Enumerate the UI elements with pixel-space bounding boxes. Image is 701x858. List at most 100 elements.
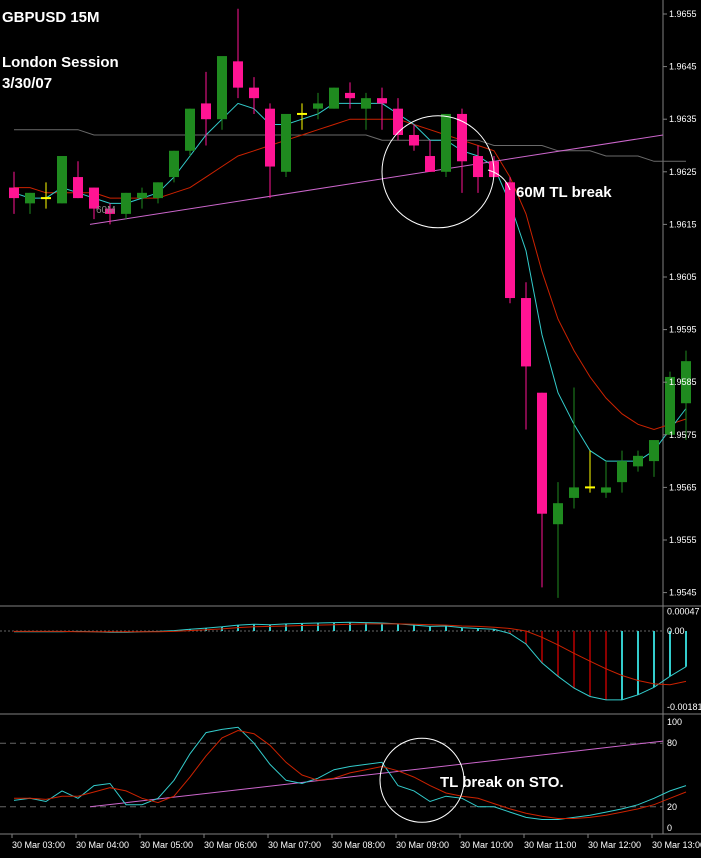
candle: [297, 103, 307, 130]
date-label: 3/30/07: [2, 75, 52, 92]
price-tick-label: 1.9625: [669, 167, 697, 177]
candle-body: [153, 182, 163, 199]
candle: [9, 171, 19, 214]
price-tick-label: 1.9555: [669, 535, 697, 545]
sto-tick-label: 20: [667, 802, 677, 812]
macd-tick-label: -0.00181: [667, 702, 701, 712]
trendline-label: 60M: [96, 205, 115, 216]
candle-body: [569, 487, 579, 498]
price-tick-label: 1.9645: [669, 62, 697, 72]
candle: [601, 461, 611, 498]
chart-title: GBPUSD 15M: [2, 9, 100, 26]
candle-body: [233, 61, 243, 88]
candle-body: [601, 487, 611, 493]
candle-body: [169, 150, 179, 178]
time-tick-label: 30 Mar 12:00: [588, 840, 641, 850]
candle-body: [633, 455, 643, 467]
candle-body: [281, 113, 291, 172]
time-tick-label: 30 Mar 06:00: [204, 840, 257, 850]
candle: [649, 440, 659, 477]
price-tick-label: 1.9585: [669, 377, 697, 387]
price-tick-label: 1.9615: [669, 219, 697, 229]
candle: [217, 56, 227, 130]
tl-break-label: 60M TL break: [516, 184, 612, 201]
candle-body: [329, 87, 339, 109]
price-tick-label: 1.9595: [669, 325, 697, 335]
long-ma-line: [14, 129, 686, 162]
candle-body: [649, 440, 659, 462]
candle: [233, 8, 243, 99]
candle-body: [393, 108, 403, 135]
macd-tick-label: 0.00047: [667, 606, 700, 616]
candle-body: [249, 87, 259, 99]
time-tick-label: 30 Mar 09:00: [396, 840, 449, 850]
candle: [553, 482, 563, 598]
candle-body: [521, 298, 531, 367]
time-tick-label: 30 Mar 11:00: [524, 840, 576, 850]
sto-tick-label: 80: [667, 738, 677, 748]
time-tick-label: 30 Mar 13:00: [652, 840, 701, 850]
candle-body: [25, 192, 35, 204]
candle-body: [441, 113, 451, 172]
candle: [201, 71, 211, 146]
candle-body: [185, 108, 195, 151]
price-trendline: [89, 134, 664, 225]
candle-body: [73, 177, 83, 199]
session-label: London Session: [2, 54, 119, 71]
candle-body: [345, 92, 355, 99]
candle-body: [553, 503, 563, 525]
candle: [361, 92, 371, 130]
macd-signal-line: [14, 623, 687, 686]
candle: [505, 177, 515, 304]
time-tick-label: 30 Mar 04:00: [76, 840, 129, 850]
sto-trendline: [89, 740, 664, 808]
candle: [393, 98, 403, 141]
time-tick-label: 30 Mar 08:00: [332, 840, 385, 850]
fast-ma-line: [13, 102, 687, 462]
candle-body: [409, 134, 419, 146]
candle: [441, 113, 451, 178]
candle-body: [265, 108, 275, 167]
candle-body: [505, 182, 515, 299]
time-tick-label: 30 Mar 05:00: [140, 840, 193, 850]
chart-window: 1.9655 1.9645 1.9635 1.9625 1.9615 1.9605 1.95…: [0, 0, 701, 853]
sto-tick-label: 100: [667, 717, 682, 727]
candle: [265, 103, 275, 199]
candle-body: [121, 192, 131, 214]
price-tick-label: 1.9655: [669, 9, 697, 19]
price-tick-label: 1.9605: [669, 272, 697, 282]
candle: [633, 450, 643, 472]
candle: [345, 82, 355, 109]
candle-body: [425, 156, 435, 172]
candle: [569, 387, 579, 509]
candle: [153, 182, 163, 204]
sto-tick-label: 0: [667, 823, 672, 833]
candle-body: [617, 461, 627, 483]
candle: [521, 282, 531, 430]
time-tick-label: 30 Mar 03:00: [12, 840, 65, 850]
candle-body: [537, 392, 547, 514]
candle-body: [361, 98, 371, 109]
candle: [473, 145, 483, 193]
candle: [121, 192, 131, 220]
candle: [57, 156, 67, 204]
candle: [681, 350, 691, 441]
candle-body: [137, 192, 147, 199]
candle: [537, 392, 547, 588]
candle: [249, 77, 259, 114]
price-tick-label: 1.9575: [669, 430, 697, 440]
sto-break-label: TL break on STO.: [440, 774, 564, 791]
candle: [617, 450, 627, 493]
candle: [425, 140, 435, 172]
slow-ma-line: [14, 118, 687, 431]
macd-tick-label: 0.00: [667, 626, 685, 636]
candle-body: [201, 103, 211, 120]
candle-body: [57, 156, 67, 204]
price-tick-label: 1.9565: [669, 482, 697, 492]
chart-canvas: 1.9655 1.9645 1.9635 1.9625 1.9615 1.9605 1.95…: [0, 0, 701, 850]
candle-body: [377, 98, 387, 104]
candle: [281, 113, 291, 178]
candle-body: [217, 56, 227, 120]
candle-body: [9, 187, 19, 199]
price-tick-label: 1.9635: [669, 114, 697, 124]
